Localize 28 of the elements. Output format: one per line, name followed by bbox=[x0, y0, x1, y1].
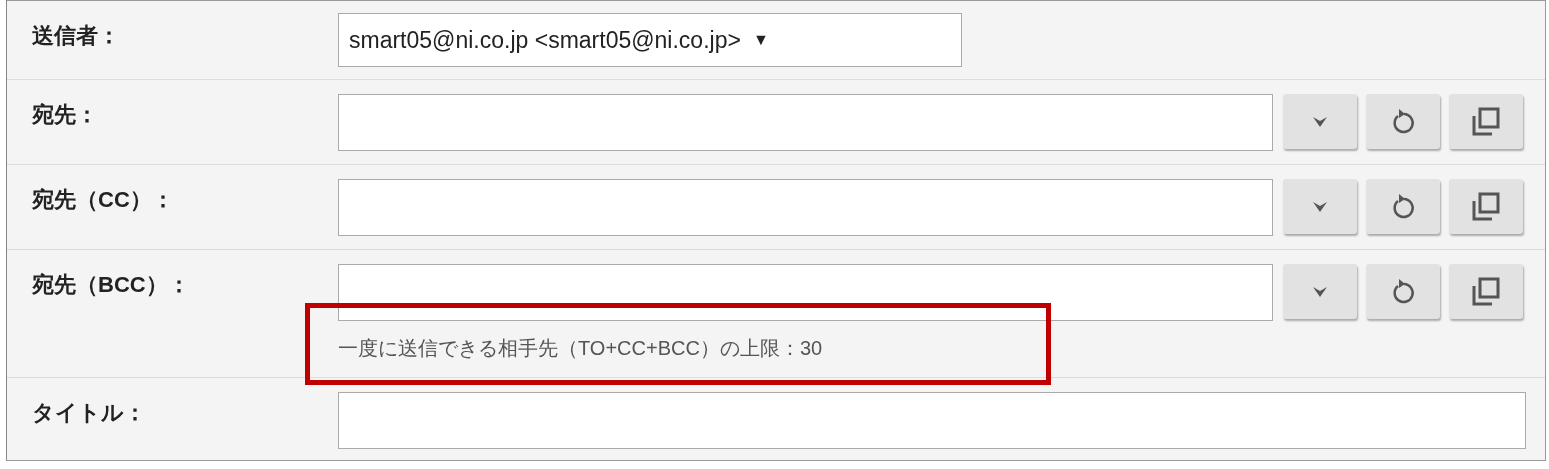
field-label: 宛先： bbox=[32, 102, 98, 127]
recipient-field[interactable] bbox=[338, 94, 1273, 151]
copy-button[interactable] bbox=[1449, 179, 1523, 234]
reset-button[interactable] bbox=[1366, 264, 1440, 319]
title-field[interactable] bbox=[338, 392, 1526, 449]
chevron-down-icon bbox=[1313, 116, 1327, 127]
rotate-icon bbox=[1390, 277, 1416, 306]
reset-button[interactable] bbox=[1366, 94, 1440, 149]
copy-button[interactable] bbox=[1449, 94, 1523, 149]
limit-note: 一度に送信できる相手先（TO+CC+BCC）の上限：30 bbox=[338, 337, 823, 359]
recipient-field[interactable] bbox=[338, 179, 1273, 236]
field-label: 宛先（CC）： bbox=[32, 187, 174, 212]
recipient-field[interactable] bbox=[338, 264, 1273, 321]
copy-icon bbox=[1470, 105, 1502, 138]
copy-icon bbox=[1470, 275, 1502, 308]
chevron-down-icon bbox=[1313, 201, 1327, 212]
sender-value: smart05@ni.co.jp <smart05@ni.co.jp> bbox=[349, 25, 741, 55]
copy-button[interactable] bbox=[1449, 264, 1523, 319]
rotate-icon bbox=[1390, 192, 1416, 221]
chevron-down-icon bbox=[1313, 286, 1327, 297]
field-label: タイトル： bbox=[32, 400, 146, 425]
sender-select[interactable]: smart05@ni.co.jp <smart05@ni.co.jp> ▼ bbox=[338, 13, 962, 67]
field-label: 宛先（BCC）： bbox=[32, 272, 190, 297]
caret-icon: ▼ bbox=[752, 28, 769, 52]
copy-icon bbox=[1470, 190, 1502, 223]
reset-button[interactable] bbox=[1366, 179, 1440, 234]
rotate-icon bbox=[1390, 107, 1416, 136]
field-label: 送信者： bbox=[32, 23, 120, 48]
